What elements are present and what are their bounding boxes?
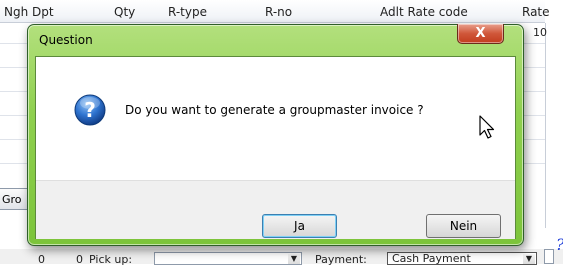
payment-label: Payment: bbox=[315, 253, 367, 266]
extra-field[interactable] bbox=[544, 249, 554, 264]
dialog-title: Question bbox=[39, 33, 93, 47]
column-header-r-type[interactable]: R-type bbox=[168, 5, 207, 19]
mouse-cursor-icon bbox=[479, 115, 495, 139]
payment-combobox[interactable]: Cash Payment ▼ bbox=[387, 252, 537, 265]
counter-2: 0 bbox=[76, 253, 83, 266]
column-header-qty[interactable]: Qty bbox=[114, 5, 135, 19]
svg-text:?: ? bbox=[84, 98, 96, 122]
no-button[interactable]: Nein bbox=[426, 214, 501, 238]
rate-cell[interactable]: 10 bbox=[533, 26, 547, 39]
column-header-r-no[interactable]: R-no bbox=[265, 5, 292, 19]
pickup-combobox[interactable]: ▼ bbox=[154, 252, 302, 265]
chevron-down-icon[interactable]: ▼ bbox=[523, 254, 535, 264]
dialog-button-bar: Ja Nein bbox=[36, 180, 515, 239]
column-header-ngh-dpt[interactable]: Ngh Dpt bbox=[4, 5, 54, 19]
column-header-adlt-rate-code[interactable]: Adlt Rate code bbox=[380, 5, 468, 19]
column-header-rate[interactable]: Rate bbox=[522, 5, 550, 19]
grid-header: Ngh Dpt Qty R-type R-no Adlt Rate code R… bbox=[0, 0, 550, 23]
counter-1: 0 bbox=[38, 253, 45, 266]
payment-value: Cash Payment bbox=[392, 252, 471, 265]
dialog-message: Do you want to generate a groupmaster in… bbox=[125, 103, 424, 117]
bottom-toolbar: 0 0 Pick up: ▼ Payment: Cash Payment ▼ bbox=[0, 249, 563, 266]
dialog-content: ? Do you want to generate a groupmaster … bbox=[35, 56, 516, 239]
question-icon: ? bbox=[74, 94, 106, 126]
question-dialog: Question X ? Do you want to generate a g… bbox=[27, 24, 524, 246]
close-button[interactable]: X bbox=[457, 24, 504, 44]
yes-button[interactable]: Ja bbox=[262, 214, 337, 238]
pickup-label: Pick up: bbox=[89, 253, 133, 266]
stray-text: ?‘ bbox=[556, 235, 563, 254]
chevron-down-icon[interactable]: ▼ bbox=[288, 254, 300, 264]
